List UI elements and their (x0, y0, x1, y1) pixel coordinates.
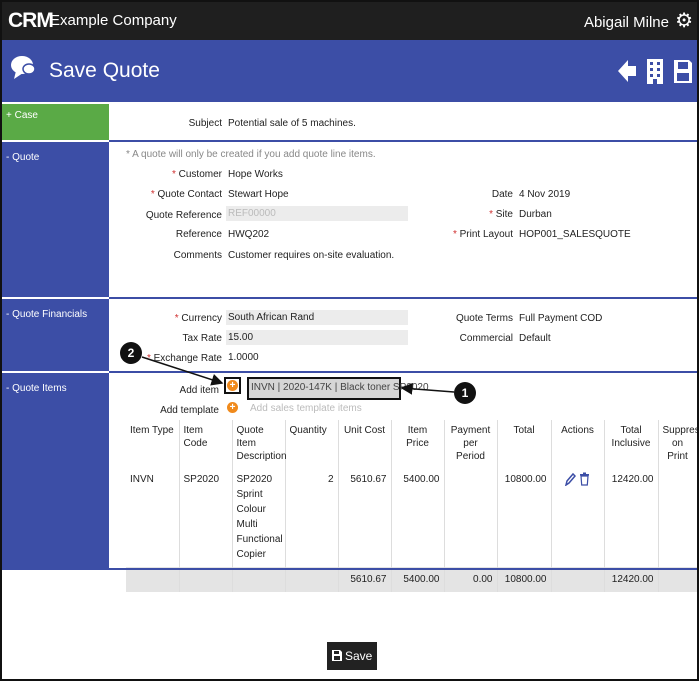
save-button-label: Save (344, 649, 373, 663)
app-frame: CRM Example Company Abigail Milne ⚙ Save… (0, 0, 699, 681)
callout-1: 1 (454, 382, 476, 404)
callout-1-arrow (400, 382, 455, 395)
callout-2: 2 (120, 342, 142, 364)
annotation-arrows (141, 356, 455, 395)
save-disk-icon (331, 650, 342, 661)
save-button[interactable]: Save (327, 642, 377, 670)
callout-2-arrow (141, 356, 224, 386)
